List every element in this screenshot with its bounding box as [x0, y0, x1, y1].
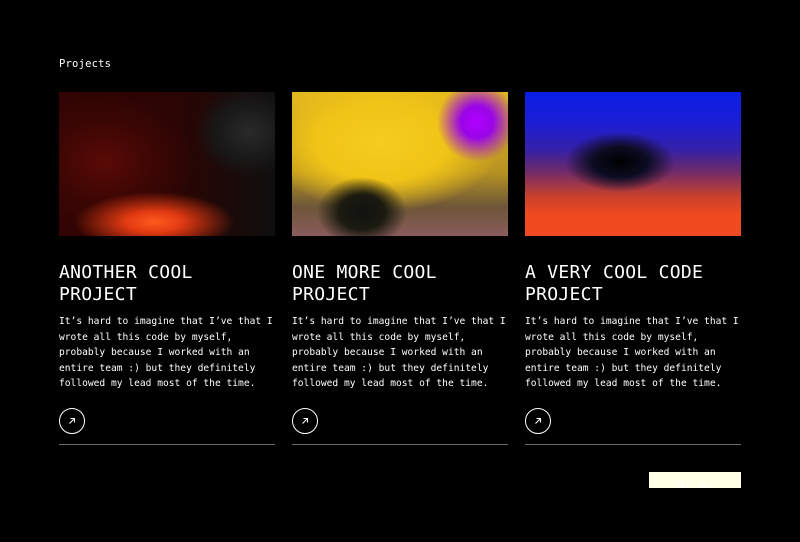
project-title-3[interactable]: A VERY COOL CODE PROJECT — [525, 262, 741, 306]
project-thumbnail-1[interactable] — [59, 92, 275, 236]
project-title-2[interactable]: ONE MORE COOL PROJECT — [292, 262, 508, 306]
see-all-projects-label: SEE ALL PROJECTS — [674, 481, 716, 489]
card-divider-3 — [525, 444, 741, 445]
project-description-2: It’s hard to imagine that I’ve that I wr… — [292, 316, 506, 389]
section-title: Projects — [59, 58, 112, 70]
see-all-projects-button[interactable]: SEE ALL PROJECTS — [649, 472, 741, 488]
project-thumbnail-2[interactable] — [292, 92, 508, 236]
project-description-3: It’s hard to imagine that I’ve that I wr… — [525, 316, 739, 389]
project-card-1: ANOTHER COOL PROJECT It’s hard to imagin… — [59, 92, 275, 445]
card-divider-1 — [59, 444, 275, 445]
project-link-button-2[interactable] — [292, 407, 318, 434]
project-card-2: ONE MORE COOL PROJECT It’s hard to imagi… — [292, 92, 508, 445]
card-divider-2 — [292, 444, 508, 445]
arrow-up-right-icon — [302, 417, 309, 424]
project-description-1: It’s hard to imagine that I’ve that I wr… — [59, 316, 273, 389]
project-thumbnail-3[interactable] — [525, 92, 741, 236]
arrow-up-right-icon — [69, 417, 76, 424]
project-card-3: A VERY COOL CODE PROJECT It’s hard to im… — [525, 92, 741, 445]
arrow-up-right-icon — [535, 417, 542, 424]
project-link-button-3[interactable] — [525, 407, 551, 434]
project-title-1[interactable]: ANOTHER COOL PROJECT — [59, 262, 275, 306]
project-link-button-1[interactable] — [59, 407, 85, 434]
